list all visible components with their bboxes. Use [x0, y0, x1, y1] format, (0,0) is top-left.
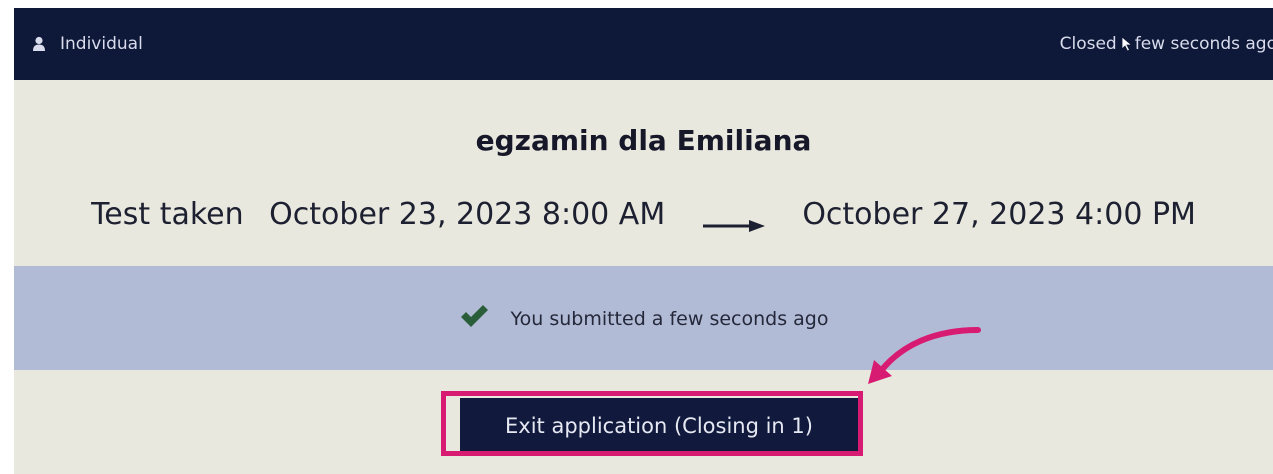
status-band: You submitted a few seconds ago — [14, 266, 1273, 370]
submission-message: You submitted a few seconds ago — [510, 307, 829, 330]
mode-label: Individual — [60, 34, 143, 54]
arrow-right-icon — [702, 207, 767, 232]
exam-closed-screen: Individual Closed few seconds ago egzami… — [14, 8, 1273, 474]
check-icon — [459, 304, 511, 333]
mode-indicator: Individual — [32, 34, 143, 54]
closed-label: Closed — [1059, 34, 1117, 54]
end-date: October 27, 2023 4:00 PM — [802, 197, 1196, 232]
closed-time: few seconds ago — [1134, 34, 1273, 54]
start-date: October 23, 2023 8:00 AM — [269, 197, 666, 232]
user-icon — [32, 36, 46, 52]
taken-label: Test taken — [91, 197, 244, 232]
exit-application-button[interactable]: Exit application (Closing in 1) — [460, 398, 858, 454]
top-bar: Individual Closed few seconds ago — [14, 8, 1273, 80]
cursor-icon — [1121, 36, 1133, 52]
submission-status: You submitted a few seconds ago — [14, 304, 1273, 333]
exam-title: egzamin dla Emiliana — [475, 124, 812, 157]
closed-status: Closed few seconds ago — [1060, 34, 1273, 54]
exam-dates: Test taken October 23, 2023 8:00 AM Octo… — [14, 196, 1273, 232]
